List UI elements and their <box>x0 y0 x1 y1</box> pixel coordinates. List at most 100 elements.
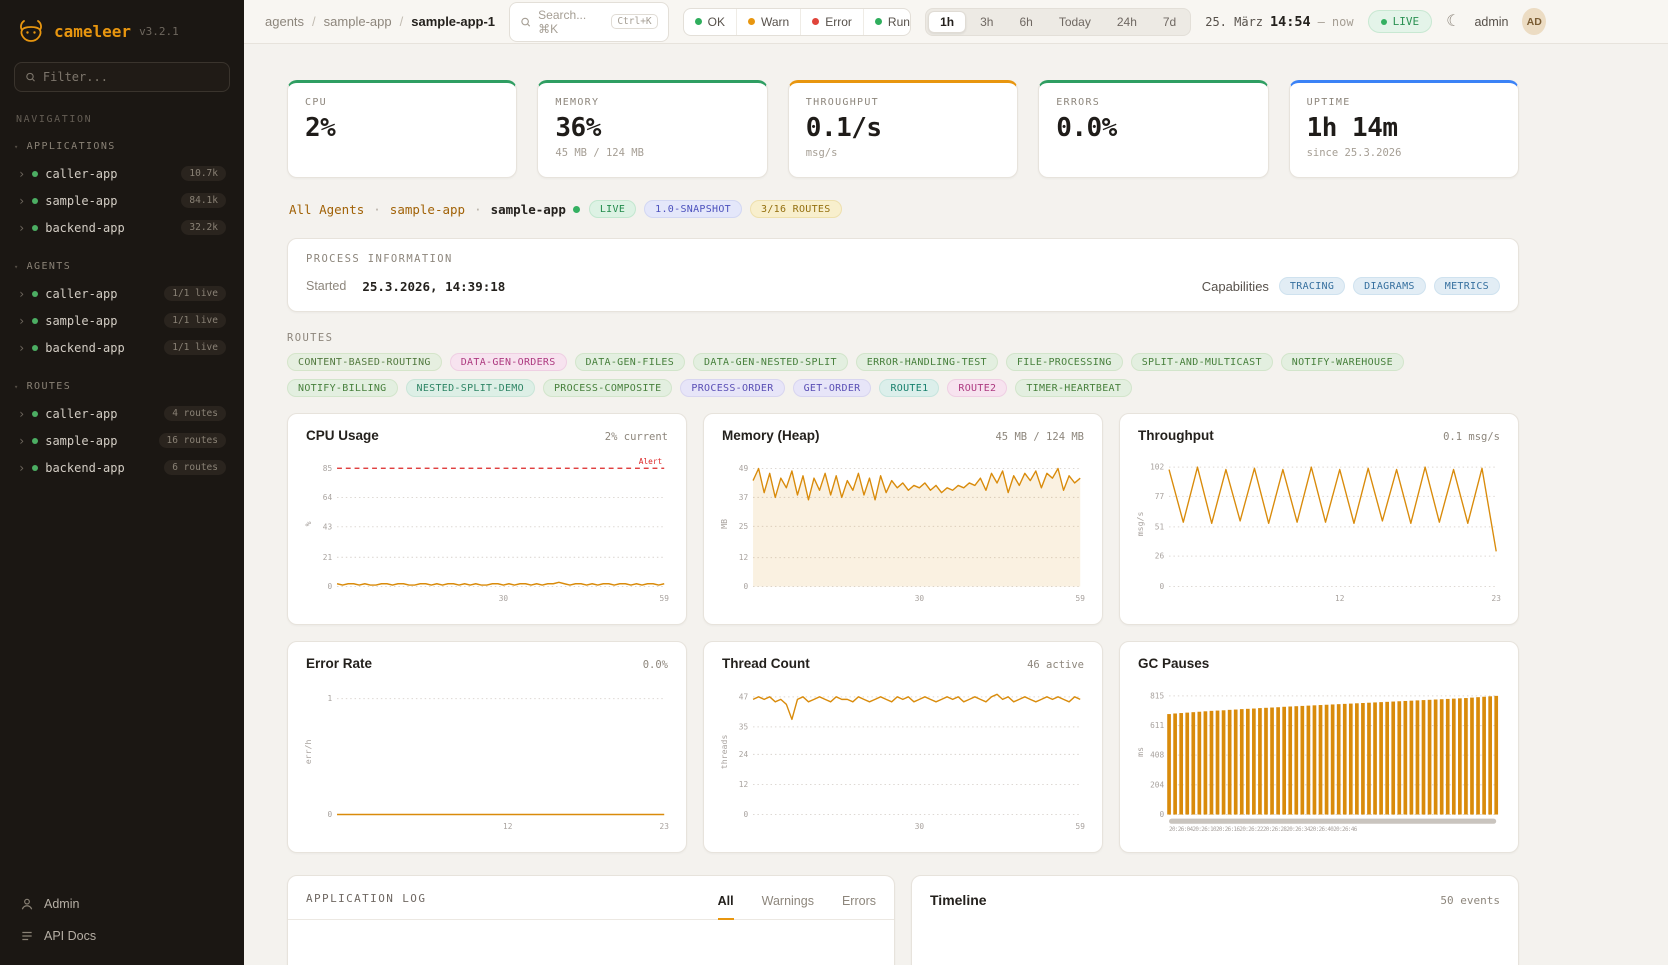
time-range-button[interactable]: Today <box>1047 11 1103 33</box>
chip[interactable]: ERROR-HANDLING-TEST <box>856 353 998 371</box>
chart-title: Error Rate <box>306 656 372 671</box>
status-filter[interactable]: Warn <box>737 9 801 35</box>
search-input[interactable]: Search... ⌘K Ctrl+K <box>509 2 669 42</box>
status-filter[interactable]: Error <box>801 9 864 35</box>
chart-title: GC Pauses <box>1138 656 1209 671</box>
chip[interactable]: NOTIFY-BILLING <box>287 379 398 397</box>
chip[interactable]: TRACING <box>1279 277 1345 295</box>
sidebar-item[interactable]: › caller-app 4 routes <box>12 400 232 427</box>
chart-plot: MB0122537493059 <box>718 449 1088 605</box>
sidebar-item-badge: 16 routes <box>159 433 226 448</box>
svg-text:0: 0 <box>327 582 332 591</box>
admin-link[interactable]: Admin <box>12 889 232 919</box>
metric-value: 0.1/s <box>806 113 1000 143</box>
breadcrumb-separator <box>312 14 316 29</box>
chart-title: Thread Count <box>722 656 810 671</box>
chevron-right-icon: › <box>18 342 25 354</box>
search-placeholder: Search... ⌘K <box>538 8 604 36</box>
svg-text:MB: MB <box>720 519 729 529</box>
breadcrumb-agents[interactable]: agents <box>265 14 304 29</box>
section-title: ROUTES <box>27 381 72 392</box>
application-log-card: APPLICATION LOG All Warnings Errors <box>287 875 895 965</box>
svg-text:20:26:0420:26:1020:26:1620:26:: 20:26:0420:26:1020:26:1620:26:2220:26:28… <box>1169 826 1358 833</box>
svg-text:21: 21 <box>323 553 333 562</box>
chip[interactable]: GET-ORDER <box>793 379 872 397</box>
sidebar-item-label: caller-app <box>45 167 174 181</box>
cameleer-logo-icon <box>16 18 46 44</box>
time-range-button[interactable]: 24h <box>1105 11 1149 33</box>
status-filter-label: Running <box>888 15 911 29</box>
sidebar-item[interactable]: › backend-app 6 routes <box>12 454 232 481</box>
agent-app-link[interactable]: sample-app <box>390 202 465 217</box>
chip[interactable]: METRICS <box>1434 277 1500 295</box>
sidebar-item[interactable]: › sample-app 16 routes <box>12 427 232 454</box>
api-docs-link[interactable]: API Docs <box>12 921 232 951</box>
svg-text:37: 37 <box>739 493 749 502</box>
chip[interactable]: SPLIT-AND-MULTICAST <box>1131 353 1273 371</box>
log-tab[interactable]: Warnings <box>762 894 814 920</box>
time-range-button[interactable]: 3h <box>968 11 1005 33</box>
chevron-right-icon: › <box>18 168 25 180</box>
chip[interactable]: DATA-GEN-FILES <box>575 353 686 371</box>
chip[interactable]: ROUTE1 <box>879 379 939 397</box>
chevron-right-icon: › <box>18 195 25 207</box>
logo-row[interactable]: cameleer v3.2.1 <box>12 14 232 62</box>
chip[interactable]: LIVE <box>589 200 636 218</box>
all-agents-link[interactable]: All Agents <box>289 202 364 217</box>
log-tab[interactable]: All <box>718 894 734 920</box>
chip[interactable]: DIAGRAMS <box>1353 277 1426 295</box>
sidebar-item[interactable]: › caller-app 10.7k <box>12 160 232 187</box>
live-badge[interactable]: LIVE <box>1368 10 1433 33</box>
section-header-applications[interactable]: ▾ APPLICATIONS <box>12 141 232 160</box>
sidebar-filter[interactable] <box>14 62 230 92</box>
section-header-agents[interactable]: ▾ AGENTS <box>12 261 232 280</box>
time-range-button[interactable]: 6h <box>1007 11 1044 33</box>
section-header-routes[interactable]: ▾ ROUTES <box>12 381 232 400</box>
chip[interactable]: TIMER-HEARTBEAT <box>1015 379 1132 397</box>
sidebar-item[interactable]: › caller-app 1/1 live <box>12 280 232 307</box>
chip[interactable]: ROUTE2 <box>947 379 1007 397</box>
sidebar-item[interactable]: › backend-app 1/1 live <box>12 334 232 361</box>
dark-mode-toggle[interactable]: ☾ <box>1446 14 1460 30</box>
svg-text:ms: ms <box>1136 747 1145 757</box>
time-range-button[interactable]: 1h <box>928 11 966 33</box>
agent-separator <box>474 202 482 217</box>
svg-text:85: 85 <box>323 464 333 473</box>
chip[interactable]: DATA-GEN-NESTED-SPLIT <box>693 353 848 371</box>
section-title: AGENTS <box>27 261 72 272</box>
sidebar-item-badge: 10.7k <box>181 166 226 181</box>
status-filter[interactable]: OK <box>684 9 737 35</box>
chip[interactable]: 1.0-SNAPSHOT <box>644 200 742 218</box>
chart-card: GC Pauses ms020440861181520:26:0420:26:1… <box>1119 641 1519 853</box>
capability-chips: TRACING DIAGRAMS METRICS <box>1279 277 1500 295</box>
chip[interactable]: 3/16 ROUTES <box>750 200 842 218</box>
chart-meta: 46 active <box>1027 659 1084 671</box>
breadcrumb-sample-app[interactable]: sample-app <box>324 14 392 29</box>
filter-input[interactable] <box>43 70 219 84</box>
svg-text:threads: threads <box>720 734 729 769</box>
sidebar-section-applications: ▾ APPLICATIONS › caller-app 10.7k › samp… <box>12 141 232 241</box>
chart-plot: ms020440861181520:26:0420:26:1020:26:162… <box>1134 677 1504 833</box>
log-tab[interactable]: Errors <box>842 894 876 920</box>
chip[interactable]: PROCESS-ORDER <box>680 379 784 397</box>
time-range-button[interactable]: 7d <box>1151 11 1188 33</box>
chart-plot: threads0122435473059 <box>718 677 1088 833</box>
datetime-display[interactable]: 25. März 14:54 — now <box>1205 14 1353 30</box>
sidebar-item-label: sample-app <box>45 434 151 448</box>
chip[interactable]: NESTED-SPLIT-DEMO <box>406 379 535 397</box>
metric-value: 0.0% <box>1056 113 1250 143</box>
chip[interactable]: FILE-PROCESSING <box>1006 353 1123 371</box>
sidebar-item[interactable]: › backend-app 32.2k <box>12 214 232 241</box>
status-filter[interactable]: Running <box>864 9 911 35</box>
sidebar-item[interactable]: › sample-app 84.1k <box>12 187 232 214</box>
sidebar-item-label: backend-app <box>45 461 157 475</box>
sidebar-item[interactable]: › sample-app 1/1 live <box>12 307 232 334</box>
chip[interactable]: CONTENT-BASED-ROUTING <box>287 353 442 371</box>
breadcrumb: agents sample-app sample-app-1 <box>265 14 495 29</box>
chip[interactable]: NOTIFY-WAREHOUSE <box>1281 353 1404 371</box>
chip[interactable]: PROCESS-COMPOSITE <box>543 379 672 397</box>
avatar[interactable]: AD <box>1522 8 1546 35</box>
chevron-right-icon: › <box>18 288 25 300</box>
chip[interactable]: DATA-GEN-ORDERS <box>450 353 567 371</box>
metric-card: MEMORY 36% 45 MB / 124 MB <box>537 80 767 178</box>
